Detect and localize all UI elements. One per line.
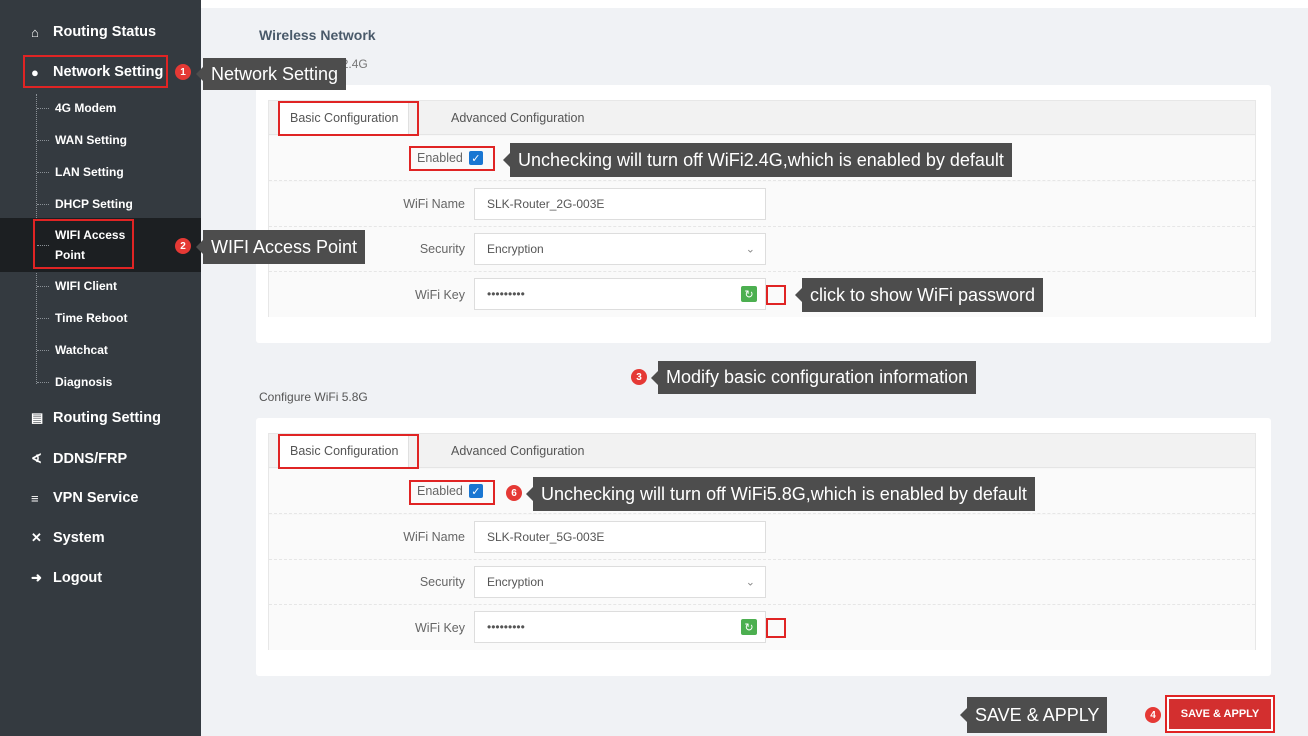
wifi58-name-row: WiFi Name SLK-Router_5G-003E	[269, 515, 1255, 560]
list-icon: ≡	[31, 490, 39, 506]
nav-sub-label: WIFI Client	[55, 279, 117, 293]
wifi58-security-select[interactable]: Encryption ⌄	[474, 566, 766, 598]
top-bar	[201, 0, 1308, 8]
page-title: Wireless Network	[259, 27, 376, 43]
security-label: Security	[419, 242, 465, 256]
callout-save-apply: SAVE & APPLY	[967, 697, 1108, 733]
wifi-name-label: WiFi Name	[403, 530, 465, 544]
wifi58-name-input[interactable]: SLK-Router_5G-003E	[474, 521, 766, 553]
wifi24-key-row: WiFi Key ••••••••• ↻	[269, 272, 1255, 317]
badge-2: 2	[175, 238, 191, 254]
wifi24-security-row: Security Encryption ⌄	[269, 227, 1255, 272]
callout-show-password: click to show WiFi password	[802, 278, 1044, 312]
refresh-icon[interactable]: ↻	[741, 619, 757, 635]
refresh-icon[interactable]: ↻	[741, 286, 757, 302]
wifi58-name-value: SLK-Router_5G-003E	[487, 530, 605, 544]
badge-4: 4	[1145, 707, 1161, 723]
wifi-name-label: WiFi Name	[403, 197, 465, 211]
nav-diagnosis[interactable]: Diagnosis	[0, 366, 201, 398]
wifi58-key-value: •••••••••	[487, 620, 525, 634]
chevron-down-icon: ⌄	[745, 576, 755, 589]
nav-wifi-client[interactable]: WIFI Client	[0, 270, 201, 302]
nav-sub-label: Diagnosis	[55, 375, 113, 389]
nav-logout[interactable]: ➜ Logout	[0, 560, 201, 596]
chevron-down-icon: ⌄	[745, 243, 755, 256]
nav-sub-label: Watchcat	[55, 343, 108, 357]
nav-ddns-frp[interactable]: ∢ DDNS/FRP	[0, 441, 201, 477]
nav-time-reboot[interactable]: Time Reboot	[0, 302, 201, 334]
wifi24-security-select[interactable]: Encryption ⌄	[474, 233, 766, 265]
highlight-refresh-58	[766, 618, 786, 638]
nav-label: Logout	[53, 570, 103, 586]
tab-advanced-config-58[interactable]: Advanced Configuration	[441, 434, 594, 468]
badge-6: 6	[506, 485, 522, 501]
nav-wan-setting[interactable]: WAN Setting	[0, 124, 201, 156]
callout-enable-58: Unchecking will turn off WiFi5.8G,which …	[533, 477, 1035, 511]
nav-lan-setting[interactable]: LAN Setting	[0, 156, 201, 188]
callout-modify-basic: Modify basic configuration information	[658, 361, 977, 394]
wifi-key-label: WiFi Key	[415, 620, 465, 635]
nav-label: System	[53, 530, 105, 546]
nav-vpn-service[interactable]: ≡ VPN Service	[0, 480, 201, 516]
nav-sub-label: WAN Setting	[55, 133, 127, 147]
nav-sub-label: Time Reboot	[55, 311, 128, 325]
nav-sub-label: LAN Setting	[55, 165, 124, 179]
highlight-basic-config-58	[278, 434, 419, 469]
badge-3: 3	[631, 369, 647, 385]
highlight-enabled-24	[409, 146, 495, 171]
wifi58-key-input[interactable]: ••••••••• ↻	[474, 611, 766, 643]
tab-advanced-config-24[interactable]: Advanced Configuration	[441, 101, 594, 135]
nav-watchcat[interactable]: Watchcat	[0, 334, 201, 366]
nav-routing-status[interactable]: ⌂ Routing Status	[0, 14, 201, 50]
nav-dhcp-setting[interactable]: DHCP Setting	[0, 188, 201, 220]
wifi24-name-input[interactable]: SLK-Router_2G-003E	[474, 188, 766, 220]
wifi24-name-row: WiFi Name SLK-Router_2G-003E	[269, 182, 1255, 227]
nav-label: Routing Setting	[53, 410, 161, 426]
highlight-enabled-58	[409, 480, 495, 505]
highlight-wifi-access-point	[33, 219, 134, 269]
wifi58-security-row: Security Encryption ⌄	[269, 560, 1255, 605]
wifi58-key-row: WiFi Key ••••••••• ↻	[269, 605, 1255, 650]
wifi24-key-input[interactable]: ••••••••• ↻	[474, 278, 766, 310]
wifi58-security-value: Encryption	[487, 575, 544, 589]
home-icon: ⌂	[31, 24, 39, 40]
wifi24-name-value: SLK-Router_2G-003E	[487, 197, 605, 211]
wifi24-key-value: •••••••••	[487, 287, 525, 301]
calendar-icon: ▤	[31, 410, 44, 425]
nav-label: Routing Status	[53, 24, 157, 40]
highlight-basic-config-24	[278, 101, 419, 136]
callout-network-setting: Network Setting	[203, 58, 347, 90]
sidebar: ⌂ Routing Status ● Network Setting 4G Mo…	[0, 0, 201, 736]
nav-sub-label: DHCP Setting	[55, 197, 133, 211]
nav-sub-label: 4G Modem	[55, 101, 117, 115]
badge-1: 1	[175, 64, 191, 80]
highlight-refresh-24	[766, 285, 786, 305]
tools-icon: ✕	[31, 530, 42, 545]
section-title-58: Configure WiFi 5.8G	[259, 390, 368, 404]
nav-system[interactable]: ✕ System	[0, 520, 201, 556]
highlight-network-setting	[23, 55, 168, 88]
nav-label: VPN Service	[53, 490, 139, 506]
callout-wifi-access-point: WIFI Access Point	[203, 230, 366, 264]
wifi24-security-value: Encryption	[487, 242, 544, 256]
gauge-icon: ∢	[31, 451, 42, 466]
nav-label: DDNS/FRP	[53, 451, 128, 467]
nav-routing-setting[interactable]: ▤ Routing Setting	[0, 400, 201, 436]
logout-icon: ➜	[31, 570, 42, 585]
save-apply-button[interactable]: SAVE & APPLY	[1165, 695, 1275, 733]
callout-enable-24: Unchecking will turn off WiFi2.4G,which …	[510, 143, 1012, 177]
wifi-key-label: WiFi Key	[415, 287, 465, 302]
security-label: Security	[419, 575, 465, 589]
nav-4g-modem[interactable]: 4G Modem	[0, 92, 201, 124]
